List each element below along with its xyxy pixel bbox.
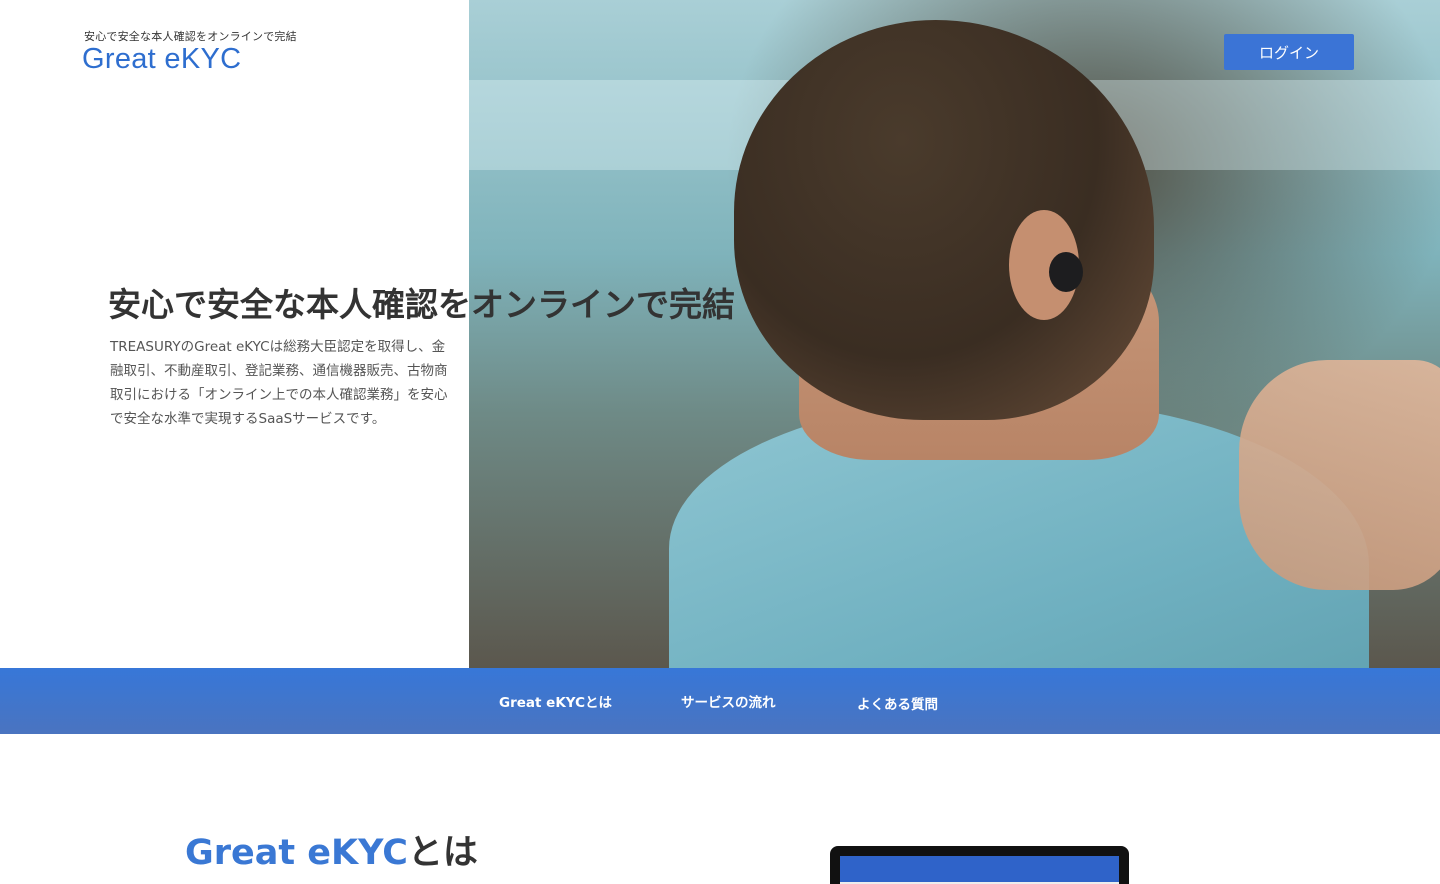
section-title-rest: とは [407, 833, 478, 873]
nav-item-faq[interactable]: よくある質問 [857, 668, 938, 734]
logo-brand: Great eKYC [82, 43, 242, 75]
hero-title-text: 安心で安全な本人確認をオンラインで完結 [108, 285, 735, 324]
logo-tagline: 安心で安全な本人確認をオンラインで完結 [84, 30, 297, 43]
nav-item-flow[interactable]: サービスの流れ [681, 668, 776, 734]
earbud [1049, 252, 1083, 292]
site-logo[interactable]: 安心で安全な本人確認をオンラインで完結 Great eKYC [82, 28, 297, 76]
device-screen [840, 856, 1119, 884]
nav-item-about[interactable]: Great eKYCとは [499, 668, 612, 734]
device-mockup [830, 846, 1129, 884]
section-nav: Great eKYCとは サービスの流れ よくある質問 [0, 668, 1440, 734]
section-title: Great eKYCとは [185, 828, 478, 878]
hero-description: TREASURYのGreat eKYCは総務大臣認定を取得し、金融取引、不動産取… [110, 339, 448, 427]
device-screen-header [840, 856, 1119, 882]
login-button[interactable]: ログイン [1224, 34, 1354, 70]
person-arm [1239, 360, 1440, 590]
section-title-accent: Great eKYC [185, 833, 408, 873]
hero-image [469, 0, 1440, 668]
hero-title: 安心で安全な本人確認をオンラインで完結 [108, 283, 801, 327]
